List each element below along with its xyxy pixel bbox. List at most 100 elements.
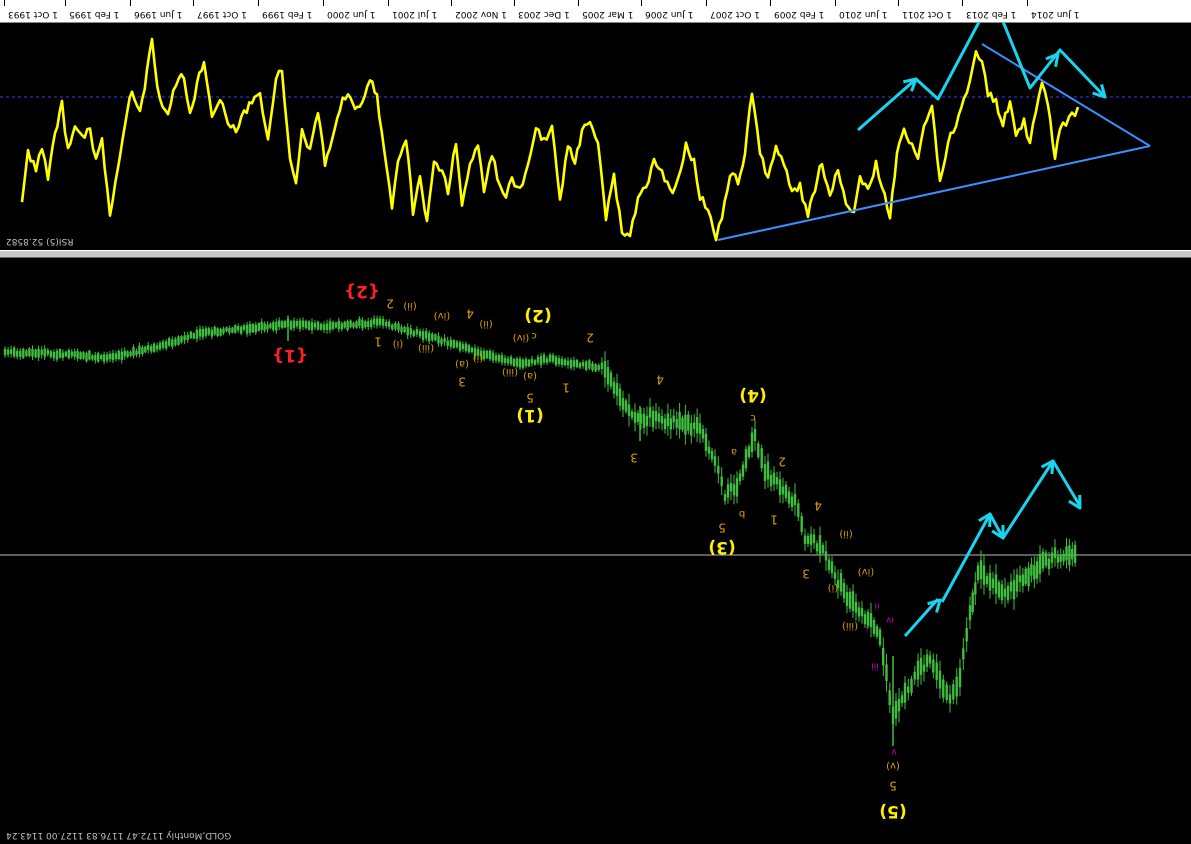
price-candle-body	[37, 348, 40, 358]
time-tick-mark	[4, 0, 5, 6]
price-candle-body	[375, 318, 379, 326]
time-tick-mark	[962, 0, 963, 6]
price-candle-body	[85, 353, 88, 362]
price-candle-body	[600, 362, 604, 369]
wave-label-l-b: b	[739, 508, 745, 519]
price-candle-body	[919, 657, 923, 675]
price-candle-body	[304, 321, 308, 328]
price-candle-body	[418, 330, 422, 337]
price-candle-body	[790, 496, 794, 508]
price-candle-body	[425, 330, 428, 339]
price-candle-body	[678, 412, 681, 430]
wave-label-o-v: (v)	[886, 760, 900, 771]
time-tick-mark	[451, 0, 452, 6]
price-candle-body	[781, 486, 785, 495]
time-tick-mark	[193, 0, 194, 6]
price-candle-body	[370, 320, 373, 327]
price-candle-body	[391, 324, 394, 330]
price-candle-body	[554, 356, 558, 366]
price-candle-body	[916, 660, 920, 680]
price-candle-body	[769, 474, 773, 487]
wave-label-n-1: 1	[562, 381, 570, 395]
price-candle-body	[633, 411, 637, 423]
price-candle-body	[161, 341, 165, 348]
price-candle-body	[102, 354, 106, 362]
price-candle-body	[372, 318, 376, 325]
price-candle-body	[225, 327, 228, 332]
wave-label-n-4: 4	[656, 373, 664, 387]
time-tick-label: 1 Jun 2010	[839, 9, 888, 19]
price-candle-body	[778, 479, 782, 495]
price-candle-body	[609, 372, 613, 387]
price-candle-body	[903, 682, 907, 703]
price-candle-body	[242, 325, 246, 330]
price-candle-body	[189, 331, 192, 339]
price-candle-body	[800, 516, 803, 532]
price-candle-body	[713, 456, 717, 466]
wave-label-y-2: (2)	[524, 305, 551, 325]
time-tick-label: 1 Feb 1995	[69, 9, 120, 19]
price-candle-body	[723, 494, 727, 501]
price-candle-body	[1015, 574, 1019, 592]
price-candle-body	[381, 318, 385, 326]
price-candle-body	[760, 448, 763, 469]
price-candle-body	[385, 321, 388, 326]
price-candle-body	[1012, 580, 1016, 600]
price-candle-body	[55, 350, 59, 360]
price-candle-body	[186, 334, 189, 341]
price-candle-body	[695, 417, 699, 434]
price-candle-body	[645, 415, 649, 427]
price-candle-body	[455, 341, 459, 348]
price-candle-body	[750, 432, 754, 452]
price-candle-body	[464, 343, 468, 351]
rsi-indicator-panel[interactable]	[0, 22, 1191, 250]
time-tick-mark	[388, 0, 389, 6]
price-candle-body	[812, 534, 816, 543]
price-candle-body	[997, 581, 1001, 598]
price-candle-body	[346, 321, 349, 330]
price-candle-body	[1030, 564, 1033, 576]
price-candle-body	[938, 670, 942, 689]
price-candle-body	[775, 477, 779, 485]
price-candle-body	[575, 359, 579, 368]
price-candle-body	[171, 339, 174, 347]
wave-label-o-iii: (iii)	[842, 620, 858, 631]
price-candle-body	[772, 472, 776, 485]
wave-label-y-4: (4)	[739, 385, 766, 405]
wave-label-o-iv: (iv)	[434, 310, 451, 321]
price-candle-body	[1053, 547, 1057, 559]
price-candle-body	[551, 355, 555, 362]
price-chart-panel[interactable]: {1} {2} (1) (2) (3) (4) (5) 1 2 (ii) (i) (iii) (iv) 4…	[0, 256, 1191, 844]
price-candle-body	[76, 351, 79, 359]
price-candle-body	[120, 351, 123, 360]
price-candle-body	[349, 320, 352, 328]
price-candle-body	[539, 356, 543, 365]
price-candle-body	[968, 605, 972, 621]
price-candle-body	[530, 358, 534, 364]
price-candle-body	[421, 331, 425, 340]
price-candle-body	[690, 423, 693, 436]
price-candle-body	[298, 320, 302, 329]
price-candle-body	[976, 565, 980, 581]
rsi-line	[20, 37, 1080, 242]
price-candle-body	[1024, 568, 1027, 584]
wave-label-y-1: (1)	[516, 405, 543, 425]
price-candle-body	[355, 321, 358, 328]
price-candle-body	[793, 493, 797, 506]
price-candle-body	[343, 321, 346, 328]
price-projection-arrow	[903, 598, 940, 637]
price-candle-body	[358, 318, 361, 326]
price-candle-body	[830, 561, 834, 574]
price-candle-body	[397, 323, 400, 331]
wave-label-o-iv: (iv)	[858, 566, 875, 577]
price-candle-body	[219, 328, 222, 336]
price-candle-body	[618, 388, 622, 406]
price-candle-body	[470, 347, 474, 353]
wave-label-n-3: 3	[630, 451, 638, 465]
price-projection-arrow	[940, 512, 1005, 603]
price-candle-body	[428, 332, 431, 342]
price-candle-body	[932, 659, 935, 673]
price-candle-body	[985, 576, 989, 585]
price-candle-body	[177, 336, 180, 345]
price-candle-body	[443, 338, 446, 343]
